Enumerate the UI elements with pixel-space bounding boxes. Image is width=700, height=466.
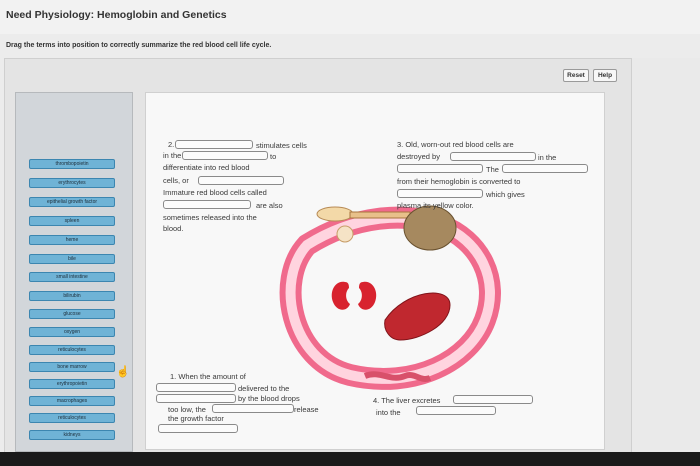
term-small-intestine[interactable]: small intestine [29, 272, 115, 282]
step2-stimulates: stimulates cells [256, 141, 307, 150]
drop-zone-3d[interactable] [397, 189, 483, 198]
step3-which: which gives [486, 190, 525, 199]
bone-marrow-icon [336, 225, 354, 243]
term-epithelial-growth-factor[interactable]: epithelial growth factor [29, 197, 115, 207]
step3-plasma: plasma its yellow color. [397, 201, 474, 210]
term-kidneys[interactable]: kidneys [29, 430, 115, 440]
term-heme[interactable]: heme [29, 235, 115, 245]
term-bile[interactable]: bile [29, 254, 115, 264]
step3-intro: 3. Old, worn-out red blood cells are [397, 140, 514, 149]
drop-zone-2b[interactable] [182, 151, 268, 160]
drop-zone-2a[interactable] [175, 140, 253, 149]
spleen-icon [403, 205, 457, 251]
term-glucose[interactable]: glucose [29, 309, 115, 319]
bone-icon [316, 206, 354, 222]
step2-in-the: in the [163, 151, 182, 160]
drop-zone-2c[interactable] [198, 176, 284, 185]
term-erythropoietin[interactable]: erythropoietin [29, 379, 115, 389]
circulation-diagram [279, 205, 501, 390]
term-spleen[interactable]: spleen [29, 216, 115, 226]
reset-button[interactable]: Reset [563, 69, 589, 82]
drop-zone-3a[interactable] [450, 152, 536, 161]
step4-into: into the [376, 408, 401, 417]
step1-when: 1. When the amount of [170, 372, 246, 381]
step2-immature: Immature red blood cells called [163, 188, 267, 197]
liver-icon [384, 292, 451, 341]
drop-zone-4a[interactable] [453, 395, 533, 404]
step1-too-low: too low, the [168, 405, 206, 414]
page-title: Need Physiology: Hemoglobin and Genetics [6, 9, 227, 21]
step3-the: The [486, 165, 499, 174]
term-bone-marrow[interactable]: bone marrow [29, 362, 115, 372]
step3-in-the: in the [538, 153, 557, 162]
step2-released: sometimes released into the [163, 213, 257, 222]
step3-destroyed: destroyed by [397, 152, 440, 161]
drop-zone-2d[interactable] [163, 200, 251, 209]
bone-shaft [349, 211, 411, 219]
drop-zone-1b[interactable] [156, 394, 236, 403]
drop-zone-1d[interactable] [158, 424, 238, 433]
drop-zone-4b[interactable] [416, 406, 496, 415]
kidney-right-icon [358, 281, 377, 310]
right-margin [632, 58, 700, 466]
drop-zone-1a[interactable] [156, 383, 236, 392]
step2-are-also: are also [256, 201, 283, 210]
step2-number: 2. [168, 140, 175, 149]
bottom-bar [0, 452, 700, 466]
drop-zone-1c[interactable] [212, 404, 294, 413]
kidney-left-icon [331, 281, 350, 310]
step1-by: by the blood drops [238, 394, 300, 403]
title-bar: Need Physiology: Hemoglobin and Genetics [0, 0, 700, 34]
term-bilirubin[interactable]: bilirubin [29, 291, 115, 301]
drop-zone-3b[interactable] [397, 164, 483, 173]
step1-delivered: delivered to the [238, 384, 290, 393]
step1-factor: the growth factor [168, 414, 224, 423]
term-reticulocytes[interactable]: reticulocytes [29, 345, 115, 355]
cursor-hand-icon: ☝ [116, 366, 130, 378]
step2-cells-or: cells, or [163, 176, 189, 185]
drop-zone-3c[interactable] [502, 164, 588, 173]
term-oxygen[interactable]: oxygen [29, 327, 115, 337]
help-button[interactable]: Help [593, 69, 617, 82]
term-thrombopoietin[interactable]: thrombopoietin [29, 159, 115, 169]
term-macrophages[interactable]: macrophages [29, 396, 115, 406]
step1-release: release [294, 405, 319, 414]
instruction-text: Drag the terms into position to correctl… [6, 42, 272, 49]
term-erythrocytes[interactable]: erythrocytes [29, 178, 115, 188]
step4-liver: 4. The liver excretes [373, 396, 441, 405]
step2-differentiate: differentiate into red blood [163, 163, 250, 172]
step3-from: from their hemoglobin is converted to [397, 177, 521, 186]
step2-blood: blood. [163, 224, 184, 233]
step2-to: to [270, 152, 277, 161]
term-reticulocytes-2[interactable]: reticulocytes [29, 413, 115, 423]
